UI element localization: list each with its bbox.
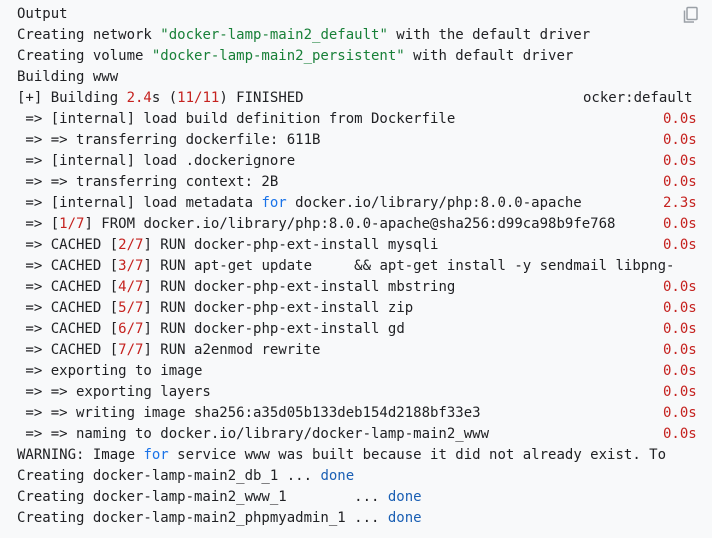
output-line: => [1/7] FROM docker.io/library/php:8.0.… bbox=[17, 216, 697, 232]
output-line: Creating network "docker-lamp-main2_defa… bbox=[17, 27, 591, 43]
output-line: Creating docker-lamp-main2_www_1 ... don… bbox=[17, 489, 422, 505]
output-line: => => transferring context: 2B 0.0s bbox=[17, 174, 697, 190]
output-line: => [internal] load build definition from… bbox=[17, 111, 697, 127]
output-line: Building www bbox=[17, 69, 119, 85]
output-line: Creating docker-lamp-main2_phpmyadmin_1 … bbox=[17, 510, 422, 526]
output-line: => CACHED [4/7] RUN docker-php-ext-insta… bbox=[17, 279, 697, 295]
output-line: => => transferring dockerfile: 611B 0.0s bbox=[17, 132, 697, 148]
output-line: => CACHED [2/7] RUN docker-php-ext-insta… bbox=[17, 237, 697, 253]
output-line: => CACHED [5/7] RUN docker-php-ext-insta… bbox=[17, 300, 697, 316]
output-line: => CACHED [3/7] RUN apt-get update && ap… bbox=[17, 258, 675, 274]
output-line: => => naming to docker.io/library/docker… bbox=[17, 426, 697, 442]
output-line: [+] Building 2.4s (11/11) FINISHED ocker:… bbox=[17, 90, 693, 106]
output-line: => => exporting layers 0.0s bbox=[17, 384, 697, 400]
output-line: => [internal] load metadata for docker.i… bbox=[17, 195, 697, 211]
output-panel: Output Creating network "docker-lamp-mai… bbox=[17, 4, 712, 529]
output-line: => => writing image sha256:a35d05b133deb… bbox=[17, 405, 697, 421]
output-line: Creating docker-lamp-main2_db_1 ... done bbox=[17, 468, 355, 484]
output-line: Creating volume "docker-lamp-main2_persi… bbox=[17, 48, 574, 64]
output-line: => exporting to image 0.0s bbox=[17, 363, 697, 379]
warning-line: WARNING: Image for service www was built… bbox=[17, 447, 667, 463]
output-label: Output bbox=[17, 6, 68, 22]
output-line: => CACHED [7/7] RUN a2enmod rewrite 0.0s bbox=[17, 342, 697, 358]
output-line: => CACHED [6/7] RUN docker-php-ext-insta… bbox=[17, 321, 697, 337]
output-line: => [internal] load .dockerignore 0.0s bbox=[17, 153, 697, 169]
